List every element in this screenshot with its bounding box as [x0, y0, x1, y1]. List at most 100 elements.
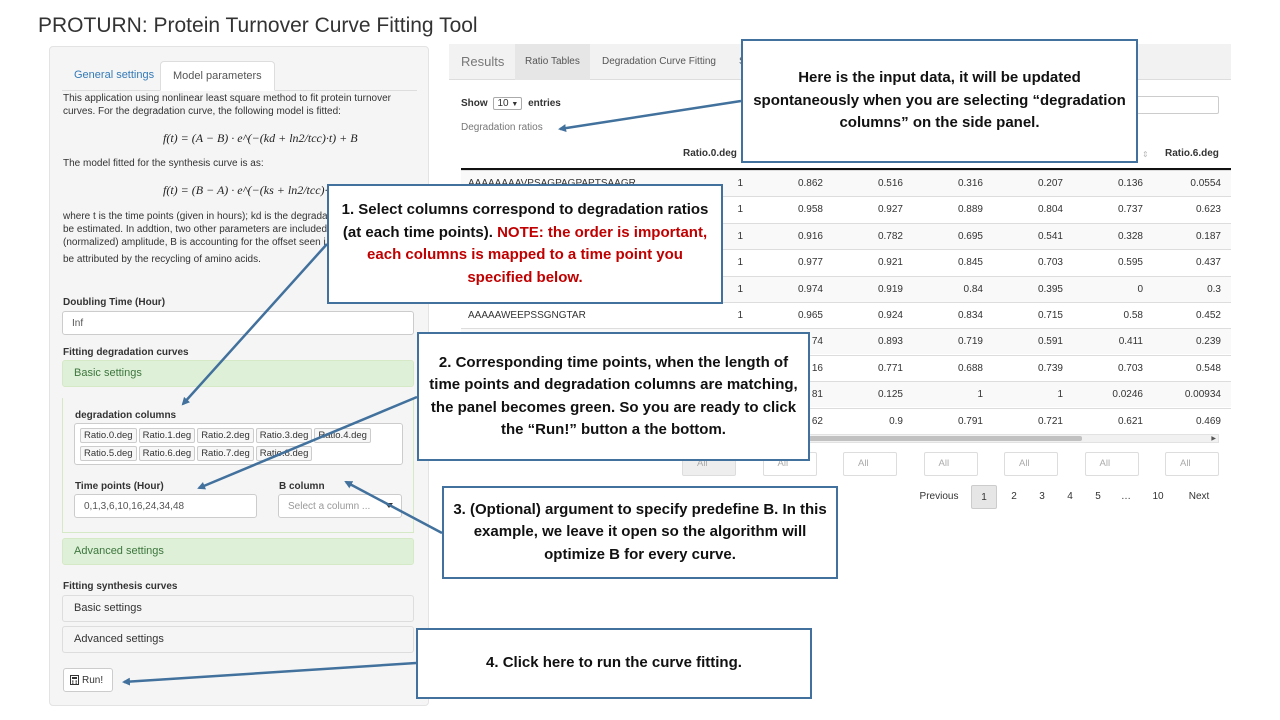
tab-degradation-curve-fitting[interactable]: Degradation Curve Fitting — [592, 44, 726, 80]
run-button[interactable]: Run! — [63, 668, 113, 692]
doubling-time-input[interactable]: Inf — [62, 311, 414, 335]
ratio-cell: 0.84 — [963, 283, 983, 295]
column-header-ratio-6[interactable]: Ratio.6.deg — [1165, 148, 1219, 159]
page-title: PROTURN: Protein Turnover Curve Fitting … — [38, 14, 478, 37]
ratio-cell: 1 — [1057, 389, 1063, 401]
synthesis-advanced-settings-header[interactable]: Advanced settings — [62, 626, 414, 653]
column-chip[interactable]: Ratio.6.deg — [138, 446, 196, 461]
degradation-formula: f(t) = (A − B) · e^(−(kd + ln2/tcc)·t) +… — [163, 131, 358, 146]
tab-model-parameters[interactable]: Model parameters — [160, 61, 275, 91]
ratio-cell: 0.207 — [1037, 178, 1063, 189]
pagination-page[interactable]: 4 — [1057, 485, 1083, 509]
column-chip[interactable]: Ratio.7.deg — [197, 446, 254, 461]
chevron-down-icon — [385, 503, 393, 508]
time-points-input[interactable]: 0,1,3,6,10,16,24,34,48 — [74, 494, 257, 518]
ratio-cell: 0.715 — [1037, 310, 1063, 321]
ratio-cell: 0.721 — [1037, 415, 1063, 427]
tab-ratio-tables[interactable]: Ratio Tables — [515, 44, 590, 80]
column-filter-input[interactable]: All — [1084, 452, 1139, 476]
ratio-cell: 0.9 — [889, 415, 903, 427]
scroll-right-icon[interactable]: ▶ — [1211, 435, 1216, 442]
column-header-ratio-0[interactable]: Ratio.0.deg — [683, 148, 737, 159]
ratio-cell: 0.328 — [1117, 230, 1143, 242]
column-filter-input[interactable]: All — [1165, 452, 1219, 476]
column-filter-input[interactable]: All — [843, 452, 897, 476]
ratio-cell: 0.452 — [1195, 310, 1221, 321]
ratio-cell: 0.804 — [1037, 204, 1063, 216]
pagination-page[interactable]: 5 — [1085, 485, 1111, 509]
ratio-cell: 62 — [811, 415, 823, 427]
ratio-cell: 0.739 — [1037, 362, 1063, 374]
pagination-page[interactable]: … — [1113, 485, 1139, 509]
ratio-cell: 0.548 — [1195, 362, 1221, 374]
pagination-previous[interactable]: Previous — [915, 485, 963, 509]
column-chip[interactable]: Ratio.4.deg — [314, 428, 371, 443]
ratio-cell: 0.771 — [877, 362, 903, 374]
ratio-cell: 0.00934 — [1184, 389, 1221, 401]
ratio-cell: 0.719 — [957, 336, 983, 348]
ratio-cell: 0.136 — [1117, 178, 1143, 189]
ratio-cell: 1 — [977, 389, 983, 401]
callout-step-3: 3. (Optional) argument to specify predef… — [442, 486, 838, 579]
sort-icon[interactable]: ⇕ — [1142, 150, 1149, 159]
peptide-cell: AAAAAWEEPSSGNGTAR — [468, 310, 586, 321]
ratio-cell: 0.921 — [877, 257, 903, 269]
ratio-cell: 0.58 — [1123, 310, 1143, 321]
column-chip[interactable]: Ratio.0.deg — [80, 428, 137, 443]
column-chip[interactable]: Ratio.3.deg — [255, 428, 313, 443]
degradation-columns-label: degradation columns — [75, 410, 177, 421]
ratio-cell: 1 — [737, 178, 743, 189]
column-chip[interactable]: Ratio.1.deg — [138, 428, 196, 443]
ratio-cell: 0.469 — [1195, 415, 1221, 427]
pagination-page[interactable]: 3 — [1029, 485, 1055, 509]
explanation-line: be estimated. In addtion, two other para… — [63, 224, 328, 235]
ratio-cell: 74 — [811, 336, 823, 348]
ratio-cell: 0.0554 — [1190, 178, 1221, 189]
ratio-cell: 0.395 — [1037, 283, 1063, 295]
degradation-advanced-settings-header[interactable]: Advanced settings — [62, 538, 414, 565]
run-button-label: Run! — [82, 674, 104, 686]
table-caption: Degradation ratios — [461, 122, 543, 133]
explanation-line: be attributed by the recycling of amino … — [63, 254, 261, 265]
fitting-synthesis-label: Fitting synthesis curves — [63, 581, 178, 592]
ratio-cell: 0.845 — [957, 257, 983, 269]
ratio-cell: 0.893 — [877, 336, 903, 348]
tab-general-settings[interactable]: General settings — [62, 61, 166, 91]
pagination-page[interactable]: 2 — [1001, 485, 1027, 509]
pagination-page[interactable]: 10 — [1145, 485, 1171, 509]
ratio-cell: 0.621 — [1117, 415, 1143, 427]
ratio-cell: 0.695 — [957, 230, 983, 242]
b-column-select[interactable]: Select a column ... — [278, 494, 402, 518]
synthesis-basic-settings-header[interactable]: Basic settings — [62, 595, 414, 622]
degradation-basic-settings-header[interactable]: Basic settings — [62, 360, 414, 387]
ratio-cell: 0.3 — [1207, 283, 1221, 295]
column-filter-input[interactable]: All — [1004, 452, 1058, 476]
b-column-placeholder: Select a column ... — [288, 500, 371, 512]
entries-select[interactable]: 10 ▼ — [493, 97, 523, 110]
show-entries-control: Show 10 ▼ entries — [461, 97, 561, 110]
ratio-cell: 1 — [737, 230, 743, 242]
ratio-cell: 1 — [737, 257, 743, 269]
ratio-cell: 0.862 — [797, 178, 823, 189]
table-row[interactable]: AAAAAWEEPSSGNGTAR 1 0.965 0.924 0.834 0.715 0.… — [461, 302, 1231, 328]
ratio-cell: 0.834 — [957, 310, 983, 321]
ratio-cell: 16 — [811, 362, 823, 374]
column-chip[interactable]: Ratio.5.deg — [80, 446, 137, 461]
ratio-cell: 0.919 — [877, 283, 903, 295]
degradation-basic-settings-body: degradation columns Ratio.0.deg Ratio.1.d… — [62, 398, 414, 533]
synthesis-intro-text: The model fitted for the synthesis curve… — [63, 158, 264, 169]
b-column-label: B column — [279, 481, 325, 492]
degradation-columns-select[interactable]: Ratio.0.deg Ratio.1.deg Ratio.2.deg Ratio.3… — [74, 423, 403, 465]
pagination-page[interactable]: 1 — [971, 485, 997, 509]
search-input[interactable] — [1125, 96, 1219, 114]
pagination-next[interactable]: Next — [1183, 485, 1215, 509]
column-chip[interactable]: Ratio.2.deg — [197, 428, 254, 443]
column-filter-input[interactable]: All — [923, 452, 978, 476]
ratio-cell: 0.239 — [1195, 336, 1221, 348]
results-brand: Results — [461, 54, 505, 69]
ratio-cell: 0.916 — [797, 230, 823, 242]
column-chip[interactable]: Ratio.8.deg — [255, 446, 313, 461]
ratio-cell: 0.688 — [957, 362, 983, 374]
ratio-cell: 0.703 — [1117, 362, 1143, 374]
fitting-degradation-label: Fitting degradation curves — [63, 347, 189, 358]
